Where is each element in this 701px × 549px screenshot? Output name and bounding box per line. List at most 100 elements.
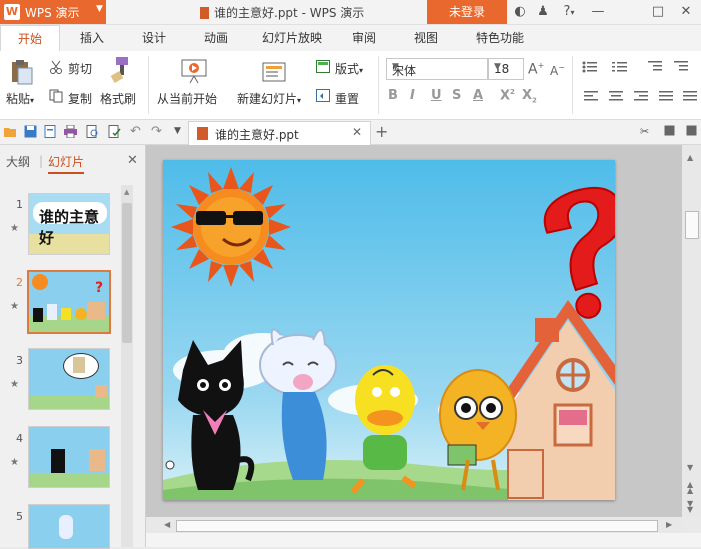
- align-center-icon[interactable]: [609, 91, 623, 106]
- thumb-grass: [29, 395, 109, 409]
- tab-slideshow[interactable]: 幻灯片放映: [254, 25, 330, 51]
- tab-review[interactable]: 审阅: [336, 25, 392, 51]
- thumb-house: [87, 302, 105, 320]
- thumb-cat: [51, 449, 65, 473]
- format-painter-button[interactable]: 格式刷: [100, 90, 136, 107]
- subscript-icon[interactable]: X2: [522, 88, 537, 105]
- align-right-icon[interactable]: [634, 91, 648, 106]
- paste-button[interactable]: 粘贴▾: [6, 90, 34, 107]
- tab-view[interactable]: 视图: [398, 25, 454, 51]
- slide-canvas[interactable]: [163, 160, 615, 500]
- sun-icon: [171, 167, 291, 287]
- scroll-right-icon[interactable]: ▶: [666, 520, 672, 529]
- tab-insert[interactable]: 插入: [64, 25, 120, 51]
- numbered-list-icon[interactable]: [612, 61, 628, 76]
- format-painter-icon[interactable]: [108, 57, 132, 86]
- pin-icon[interactable]: ✂: [640, 125, 653, 138]
- shrink-font-icon[interactable]: A−: [550, 63, 565, 78]
- reset-button[interactable]: 重置: [335, 90, 359, 107]
- tab-special[interactable]: 特色功能: [462, 25, 538, 51]
- tab-close-all-icon[interactable]: [686, 125, 699, 138]
- cut-button[interactable]: 剪切: [68, 60, 92, 77]
- save-icon[interactable]: [24, 125, 37, 138]
- font-color-icon[interactable]: A: [473, 88, 483, 103]
- new-tab-icon[interactable]: +: [375, 122, 388, 141]
- slideshow-play-icon[interactable]: [180, 58, 208, 87]
- decrease-indent-icon[interactable]: [648, 61, 662, 76]
- thumb-title: 谁的主意好: [39, 208, 100, 247]
- slide-thumbnail-4[interactable]: [28, 426, 110, 488]
- app-menu-button[interactable]: W WPS 演示 ▼: [0, 0, 106, 24]
- slide-thumbnail-5[interactable]: [28, 504, 110, 549]
- scrollbar-thumb[interactable]: [685, 211, 699, 239]
- close-tab-icon[interactable]: ✕: [352, 125, 362, 139]
- layout-label: 版式: [335, 62, 360, 76]
- bold-icon[interactable]: B: [388, 88, 398, 103]
- maximize-icon[interactable]: □: [650, 4, 666, 20]
- document-tab[interactable]: 谁的主意好.ppt ✕: [188, 121, 371, 145]
- scroll-left-icon[interactable]: ◀: [164, 520, 170, 529]
- minimize-icon[interactable]: —: [590, 4, 606, 20]
- slide-thumbnail-2[interactable]: ?: [27, 270, 111, 334]
- slide-horizontal-scrollbar[interactable]: ◀ ▶: [146, 517, 682, 533]
- increase-indent-icon[interactable]: [674, 61, 688, 76]
- layout-button[interactable]: 版式▾: [335, 60, 363, 77]
- prev-slide-icon[interactable]: ▲ ▲: [687, 481, 693, 495]
- thumb-rabbit: [47, 304, 57, 320]
- distribute-icon[interactable]: [683, 91, 697, 106]
- slide-number: 1: [16, 198, 23, 211]
- thumb-house: [89, 449, 105, 471]
- italic-icon[interactable]: I: [410, 88, 415, 103]
- tab-design[interactable]: 设计: [126, 25, 182, 51]
- font-size-select[interactable]: 18 ▼: [488, 58, 524, 80]
- help-button[interactable]: ?▾: [558, 4, 580, 20]
- new-slide-icon[interactable]: [260, 58, 288, 87]
- export-pdf-icon[interactable]: [44, 125, 57, 138]
- tab-list-icon[interactable]: [664, 125, 677, 138]
- login-button[interactable]: 未登录: [427, 0, 507, 24]
- slide-thumbnail-3[interactable]: [28, 348, 110, 410]
- undo-icon[interactable]: ↶: [130, 125, 143, 138]
- scroll-up-icon[interactable]: ▲: [687, 153, 693, 162]
- print-icon[interactable]: [64, 124, 77, 139]
- slide-vertical-scrollbar[interactable]: ▲ ▼ ▲ ▲ ▼ ▼: [682, 145, 701, 517]
- scroll-down-icon[interactable]: ▼: [687, 463, 693, 472]
- align-left-icon[interactable]: [584, 91, 598, 106]
- underline-icon[interactable]: U: [431, 88, 442, 103]
- grow-font-icon[interactable]: A+: [528, 61, 544, 78]
- notes-pane[interactable]: [146, 533, 701, 547]
- scrollbar-thumb[interactable]: [122, 203, 132, 343]
- slides-panel-scrollbar[interactable]: ▲: [121, 185, 133, 547]
- play-from-current-button[interactable]: 从当前开始: [157, 90, 217, 107]
- tab-outline[interactable]: 大纲: [6, 153, 30, 170]
- redo-icon[interactable]: ↷: [151, 125, 164, 138]
- copy-button[interactable]: 复制: [68, 90, 92, 107]
- new-slide-button[interactable]: 新建幻灯片▾: [237, 90, 301, 107]
- tab-home[interactable]: 开始: [0, 25, 60, 52]
- justify-icon[interactable]: [659, 91, 673, 106]
- font-name-select[interactable]: 宋体 ▼: [386, 58, 488, 80]
- close-panel-icon[interactable]: ✕: [127, 153, 138, 168]
- scrollbar-thumb[interactable]: [176, 520, 658, 532]
- bullet-list-icon[interactable]: [582, 61, 598, 76]
- slide-illustration: [163, 160, 615, 500]
- document-tab-title: 谁的主意好.ppt: [215, 128, 299, 142]
- paste-icon[interactable]: [8, 59, 34, 85]
- tab-slides[interactable]: 幻灯片: [48, 153, 85, 174]
- quick-access-more-icon[interactable]: ▼: [174, 125, 187, 138]
- chevron-down-icon: ▼: [494, 62, 501, 72]
- superscript-icon[interactable]: X2: [500, 88, 515, 103]
- shadow-icon[interactable]: S: [452, 88, 461, 103]
- shirt-icon[interactable]: ♟: [535, 4, 551, 20]
- slide-thumbnail-1[interactable]: 谁的主意好: [28, 193, 110, 255]
- print-preview-icon[interactable]: [86, 125, 99, 138]
- thumb-grass: [29, 473, 109, 487]
- copy-icon: [49, 89, 63, 106]
- close-icon[interactable]: ✕: [678, 4, 694, 20]
- next-slide-icon[interactable]: ▼ ▼: [687, 500, 693, 514]
- skin-icon[interactable]: ◐: [512, 4, 528, 20]
- open-folder-icon[interactable]: [4, 125, 17, 138]
- spellcheck-icon[interactable]: [108, 125, 121, 138]
- scroll-up-icon[interactable]: ▲: [124, 188, 129, 196]
- tab-animation[interactable]: 动画: [188, 25, 244, 51]
